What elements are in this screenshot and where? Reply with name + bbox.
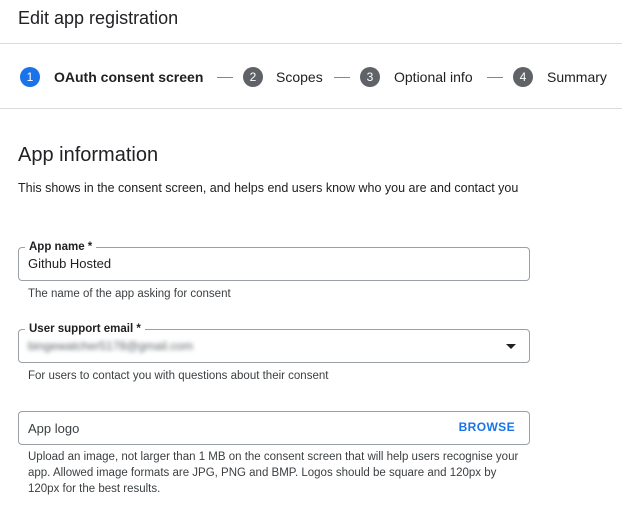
app-name-hint: The name of the app asking for consent (28, 288, 231, 300)
step-3-label[interactable]: Optional info (394, 67, 473, 87)
dropdown-arrow-icon[interactable] (506, 344, 516, 349)
page-title: Edit app registration (18, 8, 179, 28)
app-logo-field[interactable]: App logo BROWSE (18, 411, 530, 445)
step-2-number[interactable]: 2 (243, 67, 263, 87)
step-connector (217, 77, 233, 78)
section-title: App information (18, 144, 159, 166)
support-email-hint: For users to contact you with questions … (28, 370, 329, 382)
step-1-number[interactable]: 1 (20, 67, 40, 87)
app-logo-hint: Upload an image, not larger than 1 MB on… (28, 451, 519, 495)
step-2-label[interactable]: Scopes (276, 67, 323, 87)
step-connector (334, 77, 350, 78)
app-name-input[interactable]: Github Hosted (28, 256, 111, 272)
step-3-number[interactable]: 3 (360, 67, 380, 87)
support-email-label: User support email * (25, 322, 145, 336)
support-email-select[interactable]: User support email * bingewatcher5178@gm… (18, 322, 530, 363)
app-name-field[interactable]: App name * Github Hosted (18, 240, 530, 281)
app-logo-placeholder: App logo (28, 421, 80, 436)
section-description: This shows in the consent screen, and he… (18, 181, 519, 195)
page-header: Edit app registration (0, 0, 622, 44)
browse-button[interactable]: BROWSE (459, 420, 515, 434)
step-4-number[interactable]: 4 (513, 67, 533, 87)
step-connector (487, 77, 503, 78)
stepper: 1 OAuth consent screen 2 Scopes 3 Option… (0, 44, 622, 109)
support-email-value[interactable]: bingewatcher5178@gmail.com (28, 338, 193, 354)
step-1-label[interactable]: OAuth consent screen (54, 67, 203, 87)
step-4-label[interactable]: Summary (547, 67, 607, 87)
app-name-label: App name * (25, 240, 97, 254)
